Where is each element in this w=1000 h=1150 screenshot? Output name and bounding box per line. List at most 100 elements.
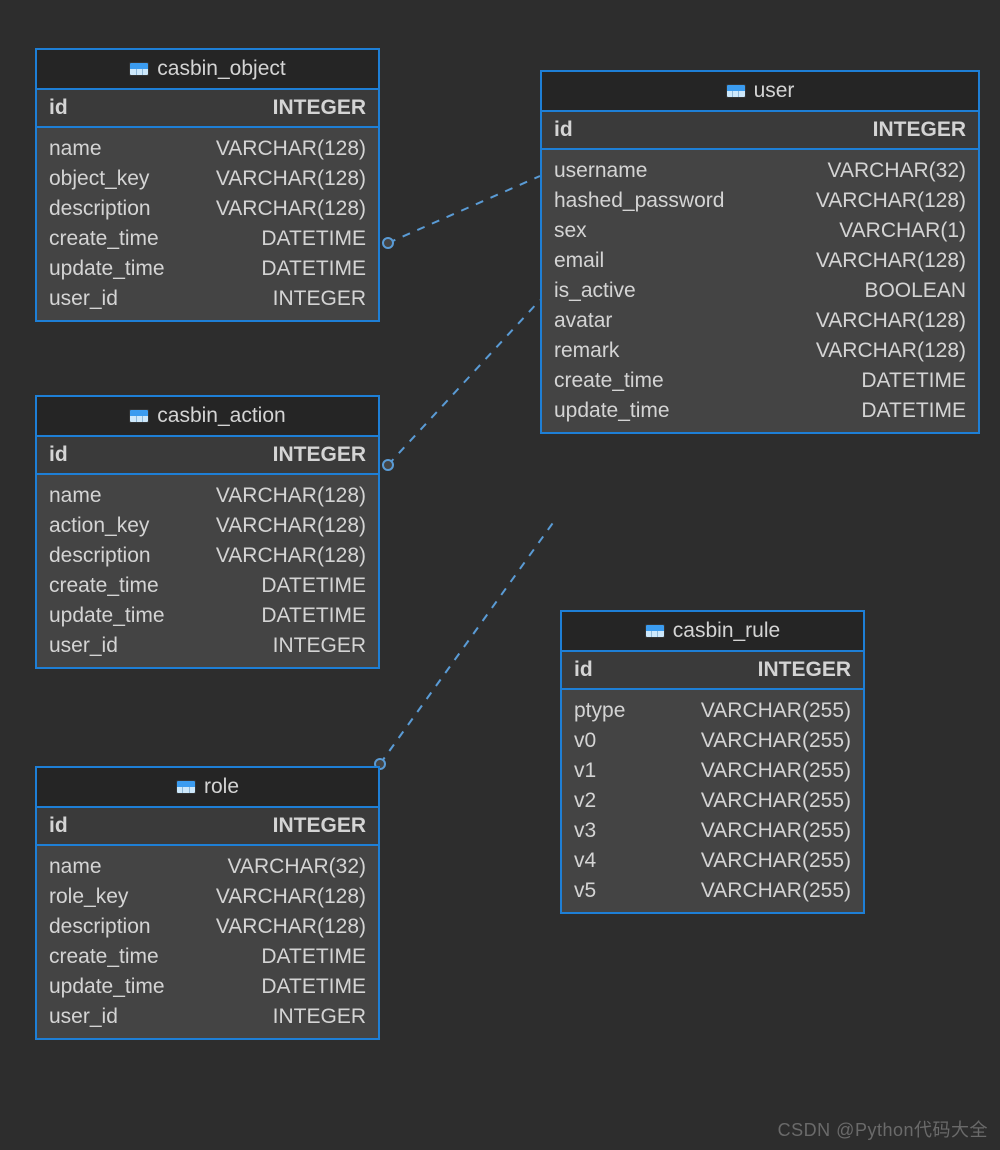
column-name: email — [554, 249, 620, 273]
column-name: user_id — [49, 1005, 134, 1029]
column-type: DATETIME — [261, 975, 366, 999]
table-row: id INTEGER — [37, 90, 378, 128]
column-type: INTEGER — [273, 443, 366, 467]
table-title: user — [754, 79, 795, 103]
column-type: INTEGER — [273, 1005, 366, 1029]
table-row: update_timeDATETIME — [37, 601, 378, 631]
table-row: user_idINTEGER — [37, 284, 378, 314]
column-type: VARCHAR(128) — [816, 249, 966, 273]
table-casbin-rule[interactable]: casbin_rule id INTEGER ptypeVARCHAR(255)… — [560, 610, 865, 914]
columns-list: name VARCHAR(32) role_key VARCHAR(128)descr… — [37, 846, 378, 1038]
table-row: nameVARCHAR(128) — [37, 134, 378, 164]
column-type: DATETIME — [261, 945, 366, 969]
table-title: casbin_object — [157, 57, 285, 81]
column-name: v3 — [574, 819, 612, 843]
column-type: VARCHAR(255) — [701, 879, 851, 903]
table-row: ptypeVARCHAR(255) — [562, 696, 863, 726]
column-type: VARCHAR(32) — [828, 159, 966, 183]
table-row: description VARCHAR(128) — [37, 541, 378, 571]
table-role[interactable]: role id INTEGER name VARCHAR(32) role_key V… — [35, 766, 380, 1040]
table-row: hashed_passwordVARCHAR(128) — [542, 186, 978, 216]
column-name: is_active — [554, 279, 652, 303]
column-name: id — [49, 443, 84, 467]
table-row: id INTEGER — [37, 808, 378, 846]
columns-list: nameVARCHAR(128)object_keyVARCHAR(128)de… — [37, 128, 378, 320]
table-row: nameVARCHAR(128) — [37, 481, 378, 511]
table-row: descriptionVARCHAR(128) — [37, 912, 378, 942]
table-row: v5VARCHAR(255) — [562, 876, 863, 906]
column-name: v0 — [574, 729, 612, 753]
column-type: VARCHAR(128) — [216, 484, 366, 508]
table-row: v1VARCHAR(255) — [562, 756, 863, 786]
column-name: update_time — [554, 399, 686, 423]
column-name: object_key — [49, 167, 165, 191]
column-type: INTEGER — [758, 658, 851, 682]
column-type: VARCHAR(255) — [701, 699, 851, 723]
column-name: create_time — [554, 369, 680, 393]
table-row: name VARCHAR(32) — [37, 852, 378, 882]
table-row: id INTEGER — [562, 652, 863, 690]
table-row: id INTEGER — [542, 112, 978, 150]
column-type: VARCHAR(128) — [216, 167, 366, 191]
table-header: role — [37, 768, 378, 808]
column-type: VARCHAR(32) — [228, 855, 366, 879]
table-header: casbin_object — [37, 50, 378, 90]
column-type: DATETIME — [861, 369, 966, 393]
columns-list: ptypeVARCHAR(255)v0VARCHAR(255)v1VARCHAR… — [562, 690, 863, 912]
columns-list: nameVARCHAR(128)action_keyVARCHAR(128)de… — [37, 475, 378, 667]
table-title: role — [204, 775, 239, 799]
table-row: v4VARCHAR(255) — [562, 846, 863, 876]
table-row: v0 VARCHAR(255) — [562, 726, 863, 756]
table-row: usernameVARCHAR(32) — [542, 156, 978, 186]
table-row: create_time DATETIME — [37, 942, 378, 972]
table-row: descriptionVARCHAR(128) — [37, 194, 378, 224]
column-type: VARCHAR(128) — [216, 514, 366, 538]
column-type: VARCHAR(255) — [701, 819, 851, 843]
column-name: create_time — [49, 945, 175, 969]
column-type: DATETIME — [261, 257, 366, 281]
column-type: VARCHAR(128) — [216, 915, 366, 939]
column-type: VARCHAR(255) — [701, 729, 851, 753]
table-row: user_id INTEGER — [37, 1002, 378, 1032]
columns-list: usernameVARCHAR(32)hashed_passwordVARCHA… — [542, 150, 978, 432]
table-user[interactable]: user id INTEGER usernameVARCHAR(32)hashe… — [540, 70, 980, 434]
column-name: remark — [554, 339, 635, 363]
table-icon — [176, 780, 196, 794]
table-icon — [129, 409, 149, 423]
column-name: id — [49, 814, 84, 838]
watermark-text: CSDN @Python代码大全 — [778, 1116, 988, 1142]
column-name: name — [49, 855, 118, 879]
column-type: VARCHAR(128) — [216, 197, 366, 221]
column-type: VARCHAR(128) — [216, 137, 366, 161]
table-header: casbin_action — [37, 397, 378, 437]
column-type: VARCHAR(128) — [816, 309, 966, 333]
table-header: casbin_rule — [562, 612, 863, 652]
table-row: is_active BOOLEAN — [542, 276, 978, 306]
table-row: email VARCHAR(128) — [542, 246, 978, 276]
column-name: hashed_password — [554, 189, 740, 213]
column-name: update_time — [49, 975, 181, 999]
column-type: VARCHAR(255) — [701, 789, 851, 813]
column-type: BOOLEAN — [864, 279, 966, 303]
column-type: DATETIME — [261, 604, 366, 628]
column-name: id — [554, 118, 589, 142]
table-icon — [129, 62, 149, 76]
table-icon — [645, 624, 665, 638]
table-icon — [726, 84, 746, 98]
table-row: update_time DATETIME — [37, 254, 378, 284]
column-name: role_key — [49, 885, 144, 909]
column-name: description — [49, 544, 167, 568]
table-casbin-object[interactable]: casbin_object id INTEGER nameVARCHAR(128… — [35, 48, 380, 322]
column-type: VARCHAR(1) — [839, 219, 966, 243]
table-row: id INTEGER — [37, 437, 378, 475]
table-row: create_time DATETIME — [542, 366, 978, 396]
column-name: v1 — [574, 759, 612, 783]
column-name: user_id — [49, 634, 134, 658]
table-row: object_key VARCHAR(128) — [37, 164, 378, 194]
column-type: VARCHAR(128) — [216, 544, 366, 568]
column-type: INTEGER — [273, 814, 366, 838]
table-casbin-action[interactable]: casbin_action id INTEGER nameVARCHAR(128… — [35, 395, 380, 669]
column-name: create_time — [49, 574, 175, 598]
table-row: v3 VARCHAR(255) — [562, 816, 863, 846]
column-name: update_time — [49, 257, 181, 281]
